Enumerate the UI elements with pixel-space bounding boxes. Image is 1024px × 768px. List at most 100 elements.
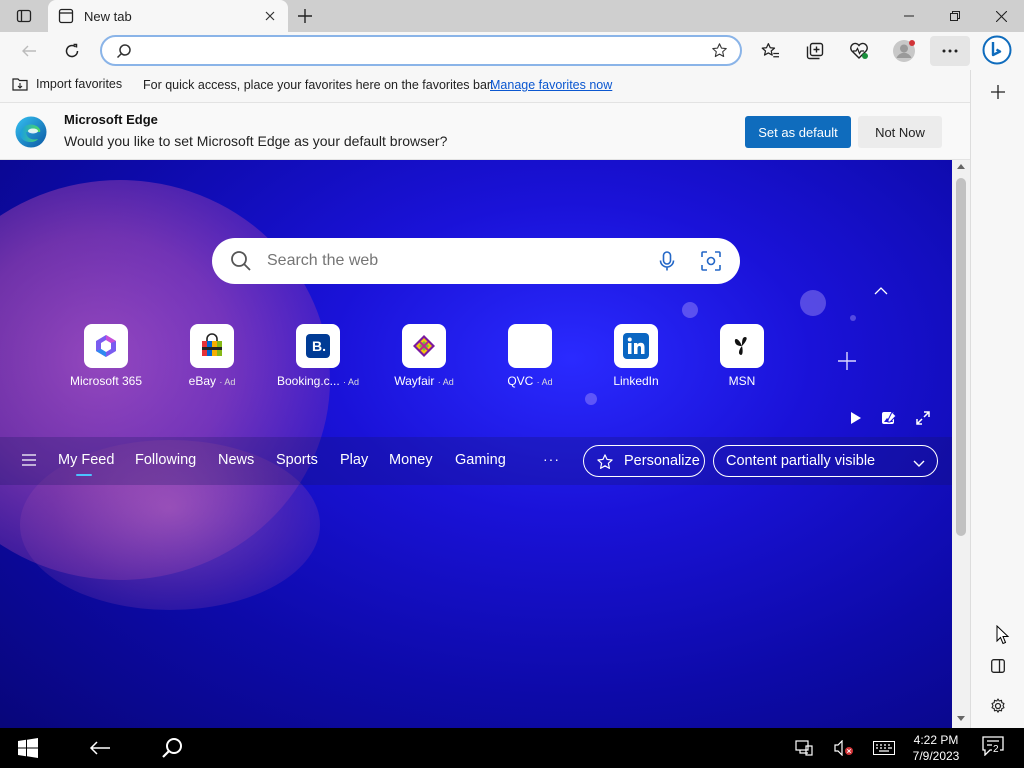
quicklink-microsoft-365[interactable]: Microsoft 365	[53, 324, 159, 388]
heart-pulse-icon	[850, 42, 868, 59]
personalize-star-icon	[596, 453, 614, 475]
profile-button[interactable]	[889, 36, 919, 66]
new-tab-button[interactable]	[292, 4, 318, 28]
tab-title: New tab	[84, 9, 132, 24]
web-search-input[interactable]	[267, 250, 637, 272]
more-feed-tabs-button[interactable]: ···	[543, 451, 560, 467]
feed-tab-my-feed[interactable]: My Feed	[58, 452, 114, 476]
system-clock[interactable]: 4:22 PM 7/9/2023	[905, 732, 967, 764]
personalize-button[interactable]: Personalize	[583, 445, 705, 477]
content-visibility-dropdown[interactable]: Content partially visible	[713, 445, 938, 477]
scroll-up-arrow-icon[interactable]	[957, 164, 965, 169]
collections-button[interactable]	[800, 36, 830, 66]
sidebar-panel-icon	[991, 659, 1005, 673]
settings-and-more-button[interactable]	[930, 36, 970, 66]
search-icon	[230, 250, 252, 277]
background-bubble	[585, 393, 597, 405]
favorites-button[interactable]	[755, 36, 785, 66]
quicklink-linkedin[interactable]: LinkedIn	[583, 324, 689, 388]
volume-tray-button[interactable]	[832, 736, 856, 760]
windows-logo-icon	[18, 738, 38, 758]
tab-actions-button[interactable]	[10, 6, 38, 26]
title-bar: New tab	[0, 0, 1024, 32]
quicklink-label: eBay	[188, 374, 216, 388]
add-favorite-star-icon[interactable]	[711, 42, 728, 64]
feed-tab-play[interactable]: Play	[340, 452, 368, 468]
set-as-default-button[interactable]: Set as default	[745, 116, 851, 148]
taskbar-search-button[interactable]	[160, 736, 184, 760]
feed-tab-news[interactable]: News	[218, 452, 254, 468]
back-arrow-icon	[89, 741, 110, 755]
taskbar-back-button[interactable]	[88, 736, 112, 760]
import-favorites-button[interactable]: Import favorites	[12, 77, 122, 91]
favorites-bar: Import favorites For quick access, place…	[0, 70, 970, 102]
quicklink-qvc[interactable]: QVC · Ad	[477, 324, 583, 388]
scroll-down-arrow-icon[interactable]	[957, 716, 965, 721]
manage-favorites-link[interactable]: Manage favorites now	[490, 78, 612, 92]
page-scrollbar[interactable]	[952, 160, 970, 728]
ad-label: · Ad	[536, 377, 553, 387]
plus-icon	[298, 9, 312, 23]
quicklink-wayfair[interactable]: Wayfair · Ad	[371, 324, 477, 388]
feed-tab-gaming[interactable]: Gaming	[455, 452, 506, 468]
clock-date: 7/9/2023	[912, 749, 960, 763]
play-icon	[851, 412, 861, 424]
minimize-icon	[904, 15, 914, 17]
background-bubble	[800, 290, 826, 316]
banner-title: Microsoft Edge	[64, 112, 158, 127]
feed-tab-money[interactable]: Money	[389, 452, 433, 468]
favorites-star-list-icon	[761, 43, 779, 58]
navigation-toolbar	[0, 32, 1024, 70]
sidebar-add-button[interactable]	[984, 78, 1012, 106]
network-icon	[795, 740, 813, 756]
back-button[interactable]	[14, 36, 44, 66]
restore-button[interactable]	[932, 0, 978, 32]
tab-new-tab[interactable]: New tab	[48, 0, 288, 32]
close-icon	[995, 10, 1007, 22]
not-now-button[interactable]: Not Now	[858, 116, 942, 148]
quicklink-booking[interactable]: B. Booking.c... · Ad	[265, 324, 371, 388]
quicklink-ebay[interactable]: eBay · Ad	[159, 324, 265, 388]
sidebar-settings-button[interactable]	[984, 692, 1012, 720]
expand-background-button[interactable]	[913, 408, 933, 428]
msn-butterfly-icon	[720, 324, 764, 368]
play-video-button[interactable]	[846, 408, 866, 428]
touch-keyboard-button[interactable]	[872, 736, 896, 760]
folder-import-icon	[12, 78, 28, 91]
quicklink-label: MSN	[728, 374, 756, 388]
change-background-button[interactable]	[879, 408, 899, 428]
search-icon	[116, 43, 132, 64]
start-button[interactable]	[16, 736, 40, 760]
address-bar[interactable]	[100, 35, 742, 66]
address-input[interactable]	[142, 41, 702, 61]
browser-essentials-button[interactable]	[844, 36, 874, 66]
feed-navigation-bar: My Feed Following News Sports Play Money…	[0, 437, 952, 485]
web-search-box[interactable]	[212, 238, 740, 284]
bing-copilot-button[interactable]	[981, 34, 1013, 66]
keyboard-icon	[873, 741, 895, 755]
quicklink-label: QVC	[507, 374, 534, 388]
ad-label: · Ad	[343, 377, 360, 387]
feed-tab-following[interactable]: Following	[135, 452, 196, 468]
background-bubble	[682, 302, 698, 318]
visual-search-icon[interactable]	[700, 250, 722, 277]
tab-close-button[interactable]	[262, 8, 278, 24]
taskbar: 4:22 PM 7/9/2023 2	[0, 728, 1024, 768]
wayfair-logo-icon	[402, 324, 446, 368]
network-tray-button[interactable]	[792, 736, 816, 760]
refresh-icon	[65, 43, 79, 58]
action-center-button[interactable]: 2	[982, 736, 1008, 760]
refresh-button[interactable]	[57, 36, 87, 66]
favorites-bar-message: For quick access, place your favorites h…	[143, 78, 494, 92]
quicklink-msn[interactable]: MSN	[689, 324, 795, 388]
close-window-button[interactable]	[978, 0, 1024, 32]
feed-menu-button[interactable]	[22, 453, 36, 471]
microphone-icon[interactable]	[656, 250, 678, 277]
scrollbar-thumb[interactable]	[956, 178, 966, 536]
hide-sidebar-button[interactable]	[984, 652, 1012, 680]
gear-icon	[991, 698, 1005, 713]
add-quicklink-button[interactable]	[836, 350, 858, 372]
feed-tab-sports[interactable]: Sports	[276, 452, 318, 468]
collapse-quicklinks-button[interactable]	[872, 284, 890, 298]
minimize-button[interactable]	[886, 0, 932, 32]
